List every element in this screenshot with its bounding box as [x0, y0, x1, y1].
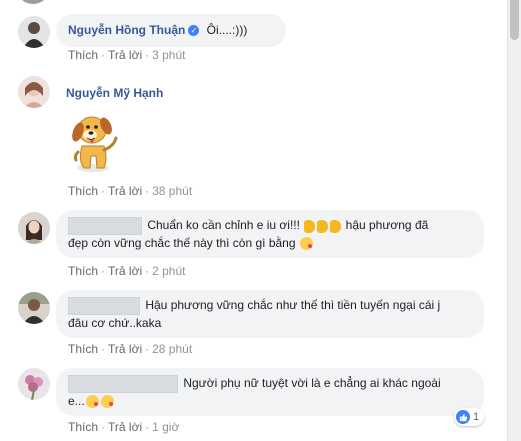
- kissing-face-emoji: [299, 237, 313, 251]
- avatar-photo: [18, 16, 50, 48]
- separator: ·: [145, 420, 150, 434]
- thumbs-up-emoji: [304, 219, 316, 233]
- timestamp[interactable]: 28 phút: [152, 342, 192, 356]
- avatar-photo: [18, 212, 50, 244]
- avatar-photo: [18, 368, 50, 400]
- dog-sticker-image: [72, 116, 118, 172]
- reaction-count-badge[interactable]: 1: [454, 408, 485, 426]
- comment-text: Ôi....:))): [206, 23, 248, 37]
- reply-link[interactable]: Trả lời: [108, 420, 142, 434]
- comment-actions: Thích · Trả lời · 1 giờ: [68, 420, 179, 434]
- comment-text: đẹp còn vững chắc thế này thì còn gì bằn…: [68, 236, 296, 250]
- comment-actions: Thích · Trả lời · 2 phút: [68, 264, 185, 278]
- like-link[interactable]: Thích: [68, 342, 98, 356]
- timestamp[interactable]: 3 phút: [152, 48, 185, 62]
- separator: ·: [145, 264, 150, 278]
- reply-link[interactable]: Trả lời: [108, 264, 142, 278]
- dog-sticker[interactable]: [64, 106, 122, 176]
- avatar[interactable]: [18, 292, 50, 324]
- like-link[interactable]: Thích: [68, 264, 98, 278]
- timestamp[interactable]: 38 phút: [152, 184, 192, 198]
- reply-link[interactable]: Trả lời: [108, 184, 142, 198]
- comment-text: Người phụ nữ tuyệt vời là e chẳng ai khá…: [183, 376, 441, 391]
- avatar[interactable]: [18, 16, 50, 48]
- comment-bubble: Hậu phương vững chắc như thế thì tiền tu…: [56, 290, 484, 338]
- comment: Hậu phương vững chắc như thế thì tiền tu…: [0, 284, 507, 364]
- timestamp[interactable]: 1 giờ: [152, 420, 179, 434]
- redacted-author-name[interactable]: [68, 217, 142, 235]
- separator: ·: [145, 342, 150, 356]
- separator: ·: [145, 184, 150, 198]
- comment: Chuẩn ko cần chỉnh e iu ơi!!! hậu phương…: [0, 200, 507, 284]
- kissing-face-emoji: [100, 395, 114, 409]
- comment-actions: Thích · Trả lời · 38 phút: [68, 184, 192, 198]
- kissing-face-emoji: [85, 395, 99, 409]
- comment-actions: Thích · Trả lời · 3 phút: [68, 48, 185, 62]
- scrollbar-thumb[interactable]: [510, 0, 519, 40]
- avatar-photo: [18, 292, 50, 324]
- reply-link[interactable]: Trả lời: [108, 48, 142, 62]
- comment: Nguyễn Hồng Thuận ✓ Ôi....:))) Thích · Trả …: [0, 0, 507, 70]
- like-icon: [456, 410, 470, 424]
- separator: ·: [101, 264, 106, 278]
- like-link[interactable]: Thích: [68, 420, 98, 434]
- comment-text: Chuẩn ko cần chỉnh e iu ơi!!!: [147, 218, 300, 233]
- comment-text: Hậu phương vững chắc như thế thì tiền tu…: [145, 298, 441, 313]
- author-name[interactable]: Nguyễn Hồng Thuận: [68, 23, 185, 37]
- avatar[interactable]: [18, 76, 50, 108]
- avatar[interactable]: [18, 212, 50, 244]
- comment-actions: Thích · Trả lời · 28 phút: [68, 342, 192, 356]
- comment-text: e...: [68, 394, 85, 408]
- reaction-count: 1: [473, 411, 480, 423]
- separator: ·: [145, 48, 150, 62]
- like-link[interactable]: Thích: [68, 48, 98, 62]
- comment: Nguyễn Mỹ Hạnh Thích · Trả lời · 38 phút: [0, 70, 507, 200]
- timestamp[interactable]: 2 phút: [152, 264, 185, 278]
- comment-bubble: Người phụ nữ tuyệt vời là e chẳng ai khá…: [56, 368, 484, 416]
- avatar-photo: [18, 76, 50, 108]
- comment-bubble: Chuẩn ko cần chỉnh e iu ơi!!! hậu phương…: [56, 210, 484, 258]
- thumbs-up-emoji: [330, 219, 342, 233]
- verified-icon: ✓: [188, 25, 200, 37]
- comment-bubble: Nguyễn Hồng Thuận ✓ Ôi....:))): [56, 14, 286, 47]
- comment-text: hậu phương đã: [345, 218, 429, 233]
- separator: ·: [101, 342, 106, 356]
- separator: ·: [101, 48, 106, 62]
- reply-link[interactable]: Trả lời: [108, 342, 142, 356]
- redacted-author-name[interactable]: [68, 375, 178, 393]
- scrollbar[interactable]: [507, 0, 521, 441]
- separator: ·: [101, 184, 106, 198]
- like-link[interactable]: Thích: [68, 184, 98, 198]
- author-name[interactable]: Nguyễn Mỹ Hạnh: [66, 86, 163, 100]
- thumbs-up-emoji: [317, 219, 329, 233]
- avatar[interactable]: [18, 368, 50, 400]
- redacted-author-name[interactable]: [68, 297, 140, 315]
- separator: ·: [101, 420, 106, 434]
- comment-text: đâu cơ chứ..kaka: [68, 316, 162, 330]
- comment: Người phụ nữ tuyệt vời là e chẳng ai khá…: [0, 364, 507, 441]
